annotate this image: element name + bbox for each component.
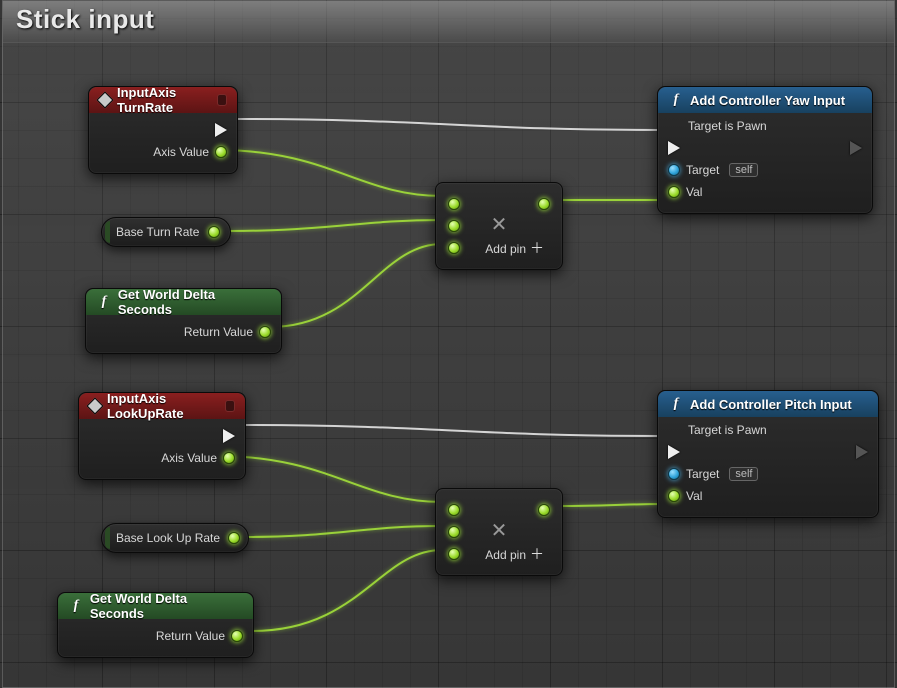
- mul-out-pin[interactable]: [538, 504, 550, 516]
- mul-in-pin-2[interactable]: [448, 526, 460, 538]
- pin-label: Val: [680, 185, 708, 199]
- self-badge: self: [729, 163, 758, 177]
- mul-in-pin-2[interactable]: [448, 220, 460, 232]
- node-title: Get World Delta Seconds: [118, 287, 271, 317]
- node-title: InputAxis LookUpRate: [107, 391, 219, 421]
- exec-out-row[interactable]: [89, 425, 235, 447]
- pin-label: Return Value: [178, 325, 259, 339]
- exec-out-row[interactable]: [99, 119, 227, 141]
- pin-return-value[interactable]: Return Value: [68, 625, 243, 647]
- float-pin-icon: [259, 326, 271, 338]
- node-header[interactable]: f Get World Delta Seconds: [58, 593, 253, 619]
- float-pin-icon: [231, 630, 243, 642]
- event-icon: [87, 398, 104, 415]
- delegate-pin-icon[interactable]: [225, 400, 235, 412]
- function-icon: f: [96, 294, 112, 310]
- float-pin-icon: [228, 532, 240, 544]
- exec-out-icon: [215, 123, 227, 137]
- pin-return-value[interactable]: Return Value: [96, 321, 271, 343]
- exec-out-icon: [223, 429, 235, 443]
- float-pin-icon: [668, 490, 680, 502]
- pin-label: Axis Value: [155, 451, 223, 465]
- mul-in-pin-1[interactable]: [448, 504, 460, 516]
- self-badge: self: [729, 467, 758, 481]
- var-label: Base Look Up Rate: [116, 531, 220, 545]
- var-label: Base Turn Rate: [116, 225, 199, 239]
- object-pin-icon: [668, 164, 680, 176]
- node-inputaxis-lookuprate[interactable]: InputAxis LookUpRate Axis Value: [78, 392, 246, 480]
- pin-label: Axis Value: [147, 145, 215, 159]
- comment-title[interactable]: Stick input: [16, 4, 154, 35]
- pin-val[interactable]: Val: [668, 485, 868, 507]
- node-inputaxis-turnrate[interactable]: InputAxis TurnRate Axis Value: [88, 86, 238, 174]
- node-header[interactable]: f Add Controller Pitch Input: [658, 391, 878, 417]
- pin-label: Val: [680, 489, 708, 503]
- add-pin-button[interactable]: Add pin＋: [479, 238, 550, 258]
- node-title: Add Controller Pitch Input: [690, 397, 852, 412]
- node-var-baselookuprate[interactable]: Base Look Up Rate: [101, 523, 249, 553]
- node-header[interactable]: InputAxis LookUpRate: [79, 393, 245, 419]
- delegate-pin-icon[interactable]: [217, 94, 227, 106]
- exec-in-icon[interactable]: [668, 445, 680, 459]
- multiply-icon: ✕: [491, 520, 508, 542]
- pin-target[interactable]: Target self: [668, 463, 868, 485]
- pin-target[interactable]: Target self: [668, 159, 862, 181]
- float-pin-icon: [208, 226, 220, 238]
- pin-val[interactable]: Val: [668, 181, 862, 203]
- node-header[interactable]: f Add Controller Yaw Input: [658, 87, 872, 113]
- function-icon: f: [68, 598, 84, 614]
- function-icon: f: [668, 396, 684, 412]
- node-title: InputAxis TurnRate: [117, 85, 211, 115]
- float-pin-icon: [668, 186, 680, 198]
- node-multiply-2[interactable]: ✕ Add pin＋: [435, 488, 563, 576]
- exec-out-icon[interactable]: [850, 141, 862, 155]
- node-title: Add Controller Yaw Input: [690, 93, 845, 108]
- node-header[interactable]: f Get World Delta Seconds: [86, 289, 281, 315]
- pin-axis-value[interactable]: Axis Value: [99, 141, 227, 163]
- node-title: Get World Delta Seconds: [90, 591, 243, 621]
- pin-label: Target: [680, 467, 725, 481]
- exec-in-icon[interactable]: [668, 141, 680, 155]
- function-icon: f: [668, 92, 684, 108]
- float-pin-icon: [223, 452, 235, 464]
- plus-icon: ＋: [530, 546, 544, 562]
- plus-icon: ＋: [530, 240, 544, 256]
- float-pin-icon: [215, 146, 227, 158]
- node-multiply-1[interactable]: ✕ Add pin＋: [435, 182, 563, 270]
- pin-label: Target: [680, 163, 725, 177]
- add-pin-button[interactable]: Add pin＋: [479, 544, 550, 564]
- mul-in-pin-3[interactable]: [448, 242, 460, 254]
- exec-out-icon[interactable]: [856, 445, 868, 459]
- node-getworlddeltaseconds-1[interactable]: f Get World Delta Seconds Return Value: [85, 288, 282, 354]
- event-icon: [97, 92, 114, 109]
- mul-in-pin-3[interactable]: [448, 548, 460, 560]
- node-subtitle: Target is Pawn: [668, 423, 868, 441]
- node-addcontrollerpitchinput[interactable]: f Add Controller Pitch Input Target is P…: [657, 390, 879, 518]
- node-var-baseturnrate[interactable]: Base Turn Rate: [101, 217, 231, 247]
- multiply-icon: ✕: [491, 214, 508, 236]
- node-subtitle: Target is Pawn: [668, 119, 862, 137]
- mul-in-pin-1[interactable]: [448, 198, 460, 210]
- pin-label: Return Value: [150, 629, 231, 643]
- pin-axis-value[interactable]: Axis Value: [89, 447, 235, 469]
- node-addcontrolleryawinput[interactable]: f Add Controller Yaw Input Target is Paw…: [657, 86, 873, 214]
- node-getworlddeltaseconds-2[interactable]: f Get World Delta Seconds Return Value: [57, 592, 254, 658]
- node-header[interactable]: InputAxis TurnRate: [89, 87, 237, 113]
- object-pin-icon: [668, 468, 680, 480]
- mul-out-pin[interactable]: [538, 198, 550, 210]
